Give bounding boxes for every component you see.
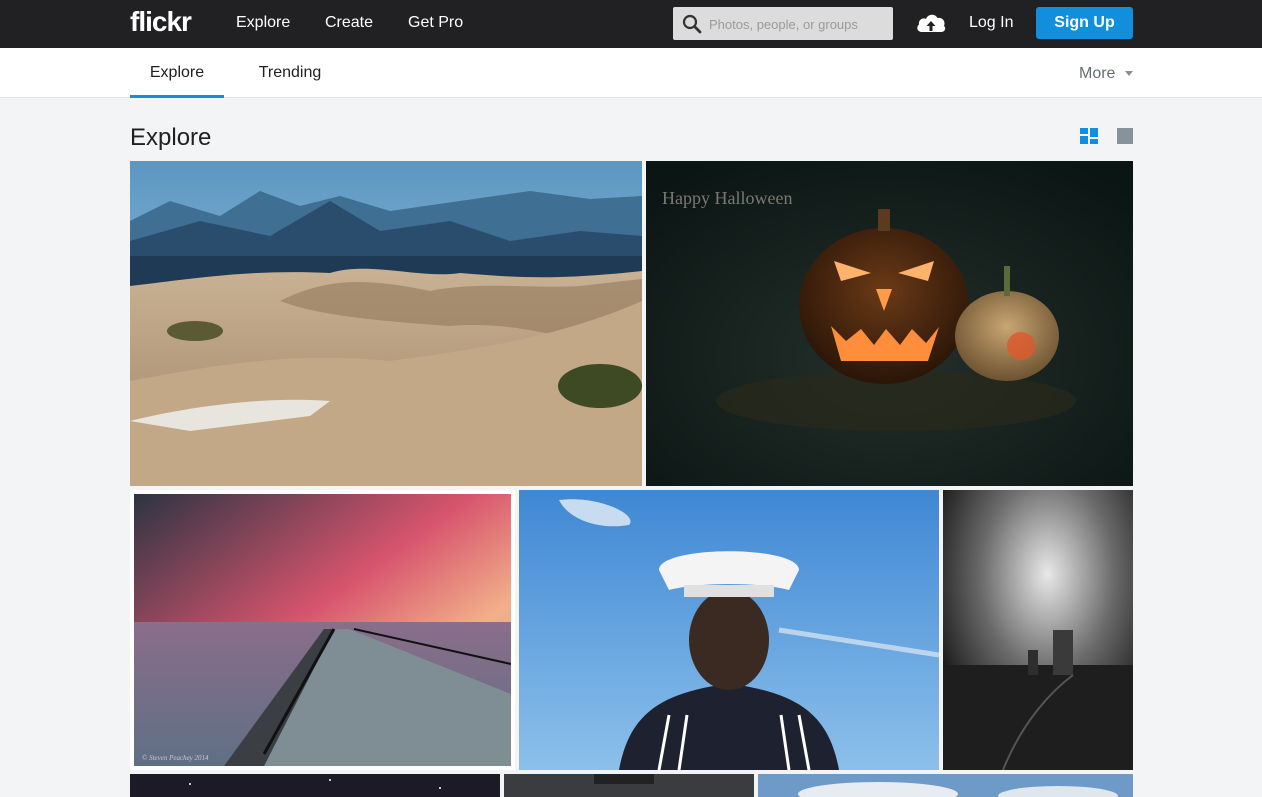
search-box[interactable]: [673, 7, 893, 40]
tab-explore[interactable]: Explore: [130, 48, 224, 98]
nav-create-link[interactable]: Create: [325, 14, 373, 32]
sub-navigation: Explore Trending More: [0, 48, 1262, 98]
signup-button[interactable]: Sign Up: [1036, 7, 1133, 39]
photo-overlay-text: Happy Halloween: [662, 188, 793, 208]
page-title: Explore: [130, 124, 212, 151]
photo-halloween-pumpkins[interactable]: Happy Halloween: [646, 161, 1133, 486]
upload-cloud-icon[interactable]: [915, 10, 947, 36]
photo-blue-sky-clouds[interactable]: [758, 774, 1133, 797]
photo-sailor-blue-angels[interactable]: [519, 490, 939, 770]
justified-grid-view-icon[interactable]: [1080, 128, 1098, 144]
tab-trending[interactable]: Trending: [246, 48, 334, 98]
more-menu[interactable]: More: [1079, 65, 1115, 83]
photo-night-sky[interactable]: [130, 774, 500, 797]
search-input[interactable]: [709, 14, 887, 34]
photo-watermark: © Steven Peachey 2014: [142, 754, 209, 762]
nav-explore-link[interactable]: Explore: [236, 14, 290, 32]
photo-pier-sunset[interactable]: © Steven Peachey 2014: [130, 490, 515, 770]
photo-bw-storm-ruins[interactable]: [943, 490, 1133, 770]
login-link[interactable]: Log In: [969, 14, 1013, 32]
nav-get-pro-link[interactable]: Get Pro: [408, 14, 463, 32]
chevron-down-icon[interactable]: [1125, 71, 1133, 76]
single-view-icon[interactable]: [1117, 128, 1133, 144]
photo-dark-cloud[interactable]: [504, 774, 754, 797]
search-icon[interactable]: [682, 14, 702, 34]
photo-desert-dunes[interactable]: [130, 161, 642, 486]
flickr-logo[interactable]: flickr: [130, 6, 192, 38]
top-navigation-bar: flickr Explore Create Get Pro Log In Sig…: [0, 0, 1262, 48]
